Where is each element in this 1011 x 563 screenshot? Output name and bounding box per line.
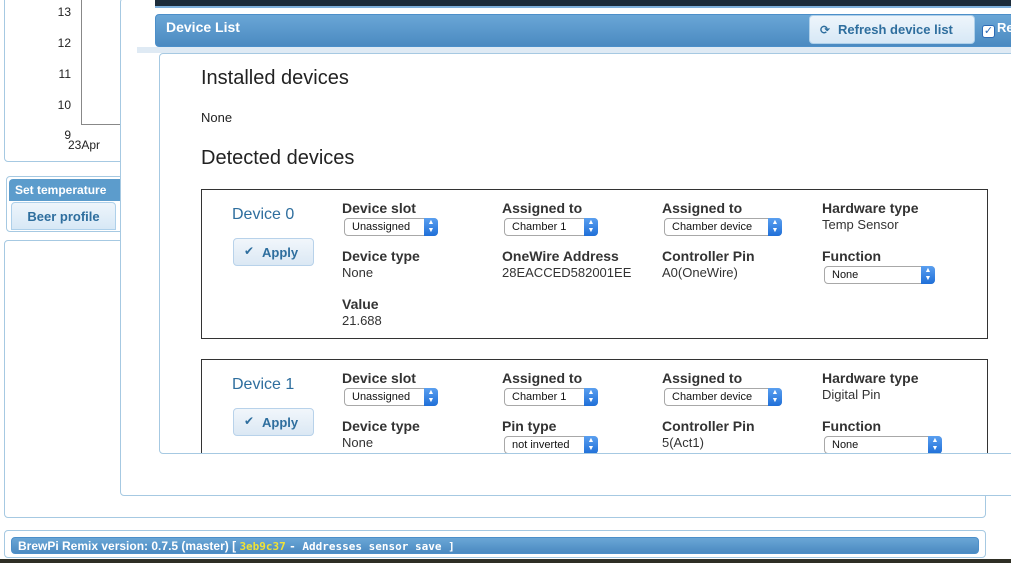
assigned-chamber-value: Chamber 1	[512, 221, 567, 233]
controller-pin-label: Controller Pin	[662, 418, 755, 434]
version-bar-container: BrewPi Remix version: 0.7.5 (master) [ 3…	[4, 530, 986, 558]
sensor-value: 21.688	[342, 313, 382, 328]
set-temperature-panel: Set temperature Beer profile	[6, 176, 136, 232]
auto-refresh-label: Re	[997, 20, 1011, 35]
dialog-top-border	[155, 0, 1011, 8]
assigned-device-value: Chamber device	[672, 391, 753, 403]
detected-devices-heading: Detected devices	[201, 147, 355, 169]
assigned-to-label: Assigned to	[662, 370, 743, 386]
version-message: - Addresses sensor save ]	[289, 540, 455, 553]
y-tick-label: 11	[58, 67, 71, 81]
device-card: Device 0 ✔ Apply Device slot Unassigned ▲…	[201, 189, 988, 339]
device-slot-select[interactable]: Unassigned ▲ ▼	[344, 218, 438, 236]
version-bar: BrewPi Remix version: 0.7.5 (master) [ 3…	[11, 537, 979, 554]
select-arrows-icon: ▲ ▼	[584, 388, 598, 406]
pin-type-select[interactable]: not inverted ▲ ▼	[504, 436, 598, 453]
y-axis-line	[81, 0, 82, 124]
assigned-to-label: Assigned to	[502, 200, 583, 216]
tab-beer-profile[interactable]: Beer profile	[11, 202, 116, 230]
set-temperature-header: Set temperature	[9, 179, 135, 201]
select-arrows-icon: ▲ ▼	[928, 436, 942, 453]
y-tick-label: 10	[57, 98, 71, 112]
function-label: Function	[822, 248, 882, 264]
device-type-value: None	[342, 435, 374, 450]
auto-refresh-toggle[interactable]: ✓ Re	[982, 20, 1011, 38]
pin-type-label: Pin type	[502, 418, 557, 434]
select-arrows-icon: ▲ ▼	[768, 218, 782, 236]
function-select[interactable]: None ▲ ▼	[824, 436, 942, 453]
function-select[interactable]: None ▲ ▼	[824, 266, 935, 284]
apply-button-label: Apply	[262, 245, 299, 260]
refresh-icon: ⟳	[820, 23, 831, 37]
controller-pin-label: Controller Pin	[662, 248, 755, 264]
function-value: None	[832, 269, 859, 281]
function-value: None	[832, 439, 859, 451]
y-tick-label: 13	[57, 5, 71, 19]
version-text: BrewPi Remix version: 0.7.5 (master) [	[18, 539, 237, 553]
device-slot-value: Unassigned	[352, 391, 411, 403]
hardware-type-label: Hardware type	[822, 370, 919, 386]
onewire-address-label: OneWire Address	[502, 248, 619, 264]
select-arrows-icon: ▲ ▼	[424, 218, 438, 236]
hardware-type-value: Temp Sensor	[822, 217, 899, 232]
bottom-strip	[0, 559, 1011, 563]
y-tick-label: 12	[57, 36, 71, 50]
apply-button-label: Apply	[262, 415, 299, 430]
check-icon: ✔	[244, 414, 255, 428]
pin-type-value: not inverted	[512, 439, 570, 451]
assigned-chamber-select[interactable]: Chamber 1 ▲ ▼	[504, 218, 598, 236]
auto-refresh-checkbox[interactable]: ✓	[982, 25, 995, 38]
refresh-device-list-button[interactable]: ⟳ Refresh device list	[809, 15, 975, 44]
function-label: Function	[822, 418, 882, 434]
device-slot-label: Device slot	[342, 200, 416, 216]
assigned-device-select[interactable]: Chamber device ▲ ▼	[664, 218, 782, 236]
controller-pin-value: 5(Act1)	[662, 435, 704, 450]
device-type-label: Device type	[342, 418, 420, 434]
assigned-device-value: Chamber device	[672, 221, 753, 233]
temperature-chart-panel: 13 12 11 10 9 23Apr	[4, 0, 141, 162]
assigned-to-label: Assigned to	[662, 200, 743, 216]
dialog-title: Device List	[166, 19, 240, 35]
apply-button[interactable]: ✔ Apply	[233, 238, 314, 266]
hardware-type-value: Digital Pin	[822, 387, 881, 402]
hardware-type-label: Hardware type	[822, 200, 919, 216]
device-name: Device 1	[232, 376, 295, 393]
x-tick-label: 23Apr	[68, 138, 101, 152]
assigned-chamber-select[interactable]: Chamber 1 ▲ ▼	[504, 388, 598, 406]
device-slot-select[interactable]: Unassigned ▲ ▼	[344, 388, 438, 406]
refresh-button-label: Refresh device list	[838, 22, 953, 37]
onewire-address-value: 28EACCED582001EE	[502, 265, 632, 280]
select-arrows-icon: ▲ ▼	[584, 218, 598, 236]
select-arrows-icon: ▲ ▼	[584, 436, 598, 453]
assigned-device-select[interactable]: Chamber device ▲ ▼	[664, 388, 782, 406]
controller-pin-value: A0(OneWire)	[662, 265, 738, 280]
select-arrows-icon: ▲ ▼	[768, 388, 782, 406]
installed-devices-heading: Installed devices	[201, 67, 349, 89]
select-arrows-icon: ▲ ▼	[424, 388, 438, 406]
device-list-content[interactable]: Installed devices None Detected devices …	[159, 53, 1011, 454]
device-slot-value: Unassigned	[352, 221, 411, 233]
installed-devices-value: None	[201, 110, 233, 125]
select-arrows-icon: ▲ ▼	[921, 266, 935, 284]
device-type-value: None	[342, 265, 374, 280]
assigned-to-label: Assigned to	[502, 370, 583, 386]
device-card: Device 1 ✔ Apply Device slot Unassigned ▲…	[201, 359, 988, 453]
version-hash[interactable]: 3eb9c37	[239, 540, 285, 553]
value-label: Value	[342, 296, 379, 312]
device-slot-label: Device slot	[342, 370, 416, 386]
device-name: Device 0	[232, 206, 295, 223]
check-icon: ✔	[244, 244, 255, 258]
apply-button[interactable]: ✔ Apply	[233, 408, 314, 436]
assigned-chamber-value: Chamber 1	[512, 391, 567, 403]
device-type-label: Device type	[342, 248, 420, 264]
